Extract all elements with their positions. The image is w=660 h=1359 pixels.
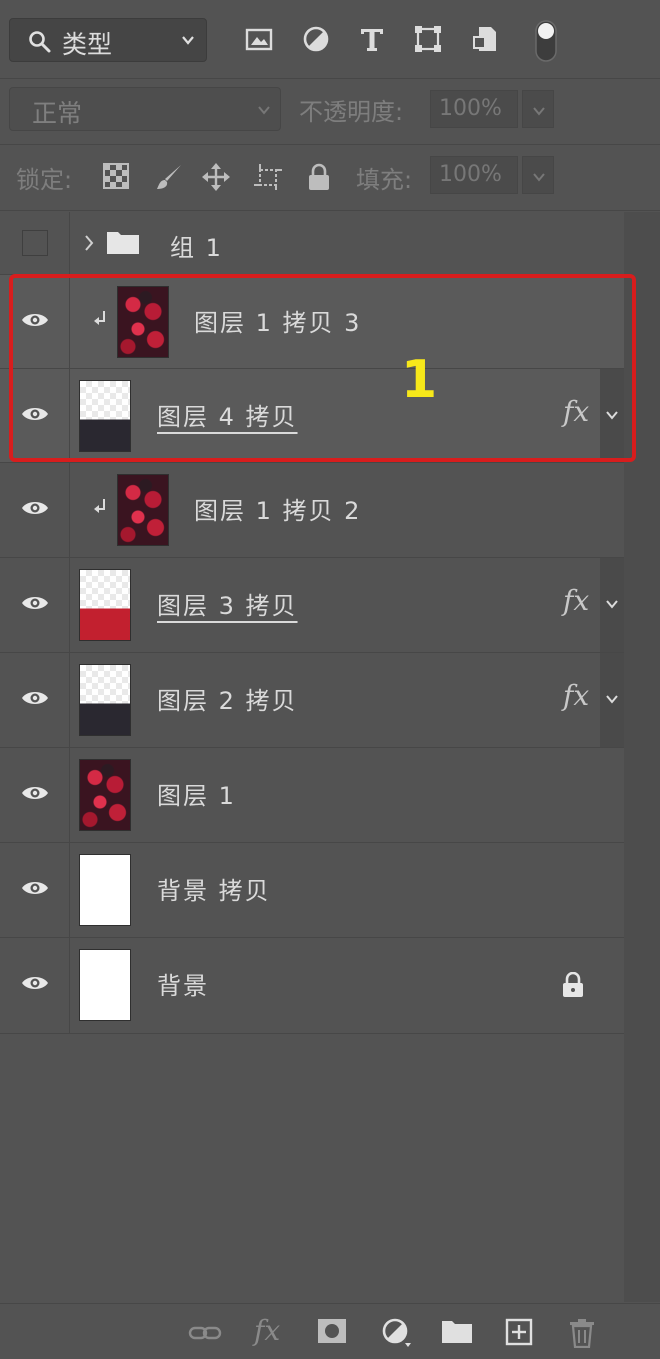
filter-kind-label: 类型 xyxy=(62,30,113,59)
lock-position-icon[interactable] xyxy=(201,162,231,192)
lock-options-row: 锁定: 填充: 100% xyxy=(0,144,660,211)
visibility-toggle[interactable] xyxy=(0,938,70,1033)
blend-options-row: 正常 不透明度: 100% xyxy=(0,78,660,145)
layer-thumbnail[interactable] xyxy=(79,949,131,1021)
eye-icon xyxy=(22,882,48,894)
lock-all-icon[interactable] xyxy=(305,162,335,192)
search-icon xyxy=(28,30,52,58)
chevron-down-icon xyxy=(256,102,272,122)
filter-kind-select[interactable]: 类型 xyxy=(9,18,207,62)
visibility-toggle[interactable] xyxy=(0,463,70,557)
eye-icon xyxy=(22,977,48,989)
chevron-down-icon xyxy=(606,695,618,704)
layer-name: 图层 3 拷贝 xyxy=(157,592,298,620)
lock-label: 锁定: xyxy=(16,166,73,194)
layer-thumbnail[interactable] xyxy=(79,664,131,736)
pixel-layer-filter-icon[interactable] xyxy=(244,24,274,54)
eye-icon xyxy=(22,787,48,799)
layers-panel: 类型 正常 不透明度: 100% 锁定: 填充: 100% 组 1 图层 1 拷… xyxy=(0,0,660,1359)
visibility-toggle[interactable] xyxy=(0,748,70,842)
layer-row-background[interactable]: 背景 xyxy=(0,938,624,1034)
layer-name: 图层 2 拷贝 xyxy=(157,687,298,715)
blend-mode-value: 正常 xyxy=(32,99,83,128)
visibility-toggle[interactable] xyxy=(0,843,70,937)
eye-icon xyxy=(22,597,48,609)
clipping-mask-arrow-icon xyxy=(92,497,108,521)
smart-object-filter-icon[interactable] xyxy=(470,24,500,54)
fill-dropdown[interactable] xyxy=(522,156,554,194)
layer-name: 图层 1 xyxy=(157,782,236,810)
filter-toggle-switch-icon[interactable] xyxy=(533,18,559,64)
layer-row[interactable]: 背景 拷贝 xyxy=(0,843,624,938)
layers-bottom-toolbar: fx xyxy=(0,1303,660,1359)
layer-name: 组 1 xyxy=(170,234,223,262)
lock-image-pixels-icon[interactable] xyxy=(154,162,184,192)
layer-name: 图层 1 拷贝 2 xyxy=(194,497,362,525)
chevron-down-icon xyxy=(533,173,545,182)
lock-icon[interactable] xyxy=(561,971,585,1002)
blend-mode-select[interactable]: 正常 xyxy=(9,87,281,131)
adjustment-layer-filter-icon[interactable] xyxy=(301,24,331,54)
layer-row[interactable]: 图层 1 xyxy=(0,748,624,843)
annotation-number: 1 xyxy=(401,350,438,410)
layer-thumbnail[interactable] xyxy=(79,759,131,831)
fill-input[interactable]: 100% xyxy=(430,156,518,194)
new-adjustment-layer-icon[interactable] xyxy=(381,1318,413,1348)
opacity-label: 不透明度: xyxy=(299,98,404,126)
layer-thumbnail[interactable] xyxy=(79,854,131,926)
annotation-highlight-box xyxy=(9,274,636,462)
visibility-toggle[interactable] xyxy=(0,653,70,747)
type-layer-filter-icon[interactable] xyxy=(357,24,387,54)
opacity-input[interactable]: 100% xyxy=(430,90,518,128)
chevron-down-icon xyxy=(606,600,618,609)
layer-row[interactable]: 图层 3 拷贝 fx xyxy=(0,558,624,653)
effects-expand-toggle[interactable] xyxy=(600,653,624,747)
new-group-icon[interactable] xyxy=(441,1318,473,1348)
chevron-right-icon[interactable] xyxy=(83,232,95,258)
layer-row[interactable]: 图层 1 拷贝 2 xyxy=(0,463,624,558)
opacity-dropdown[interactable] xyxy=(522,90,554,128)
layer-name: 背景 xyxy=(157,972,209,1000)
add-mask-icon[interactable] xyxy=(317,1318,349,1348)
layer-name: 背景 拷贝 xyxy=(157,877,271,905)
fill-label: 填充: xyxy=(356,166,413,194)
fx-indicator[interactable]: fx xyxy=(563,584,589,617)
visibility-off-box[interactable] xyxy=(22,230,48,256)
add-layer-style-icon[interactable]: fx xyxy=(254,1314,286,1347)
trash-icon[interactable] xyxy=(568,1318,600,1349)
visibility-toggle[interactable] xyxy=(0,558,70,652)
fx-indicator[interactable]: fx xyxy=(563,679,589,712)
effects-expand-toggle[interactable] xyxy=(600,558,624,652)
lock-transparent-pixels-icon[interactable] xyxy=(102,162,132,192)
fill-value: 100% xyxy=(439,162,502,187)
filter-toolbar: 类型 xyxy=(0,0,660,79)
link-layers-icon[interactable] xyxy=(188,1318,222,1348)
layer-thumbnail[interactable] xyxy=(117,474,169,546)
lock-artboard-icon[interactable] xyxy=(253,162,283,192)
eye-icon xyxy=(22,692,48,704)
layer-thumbnail[interactable] xyxy=(79,569,131,641)
folder-icon xyxy=(106,229,140,259)
layer-row-group-1[interactable]: 组 1 xyxy=(0,212,624,275)
chevron-down-icon xyxy=(180,32,196,52)
layer-row[interactable]: 图层 2 拷贝 fx xyxy=(0,653,624,748)
eye-icon xyxy=(22,502,48,514)
visibility-cell[interactable] xyxy=(0,212,70,274)
new-layer-icon[interactable] xyxy=(505,1318,537,1348)
opacity-value: 100% xyxy=(439,96,502,121)
shape-layer-filter-icon[interactable] xyxy=(413,24,443,54)
chevron-down-icon xyxy=(533,107,545,116)
